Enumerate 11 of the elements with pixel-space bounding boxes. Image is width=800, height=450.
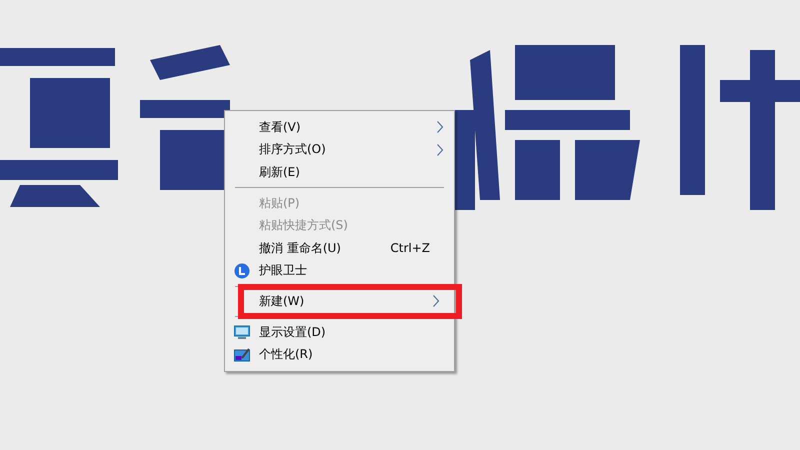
menu-item[interactable]: 护眼卫士 [225,260,454,282]
shortcut-label: Ctrl+Z [390,241,430,256]
menu-item[interactable]: 查看(V) [225,116,454,139]
monitor-icon [234,324,250,340]
menu-item[interactable]: 刷新(E) [225,161,454,184]
menu-item[interactable]: 个性化(R) [225,343,454,366]
menu-item[interactable]: 新建(W) [238,284,462,319]
menu-item[interactable]: 显示设置(D) [225,320,454,344]
menu-item[interactable]: 撤消 重命名(U) Ctrl+Z [225,236,454,260]
menu-item[interactable]: 排序方式(O) [225,138,454,162]
paint-icon [234,346,250,363]
